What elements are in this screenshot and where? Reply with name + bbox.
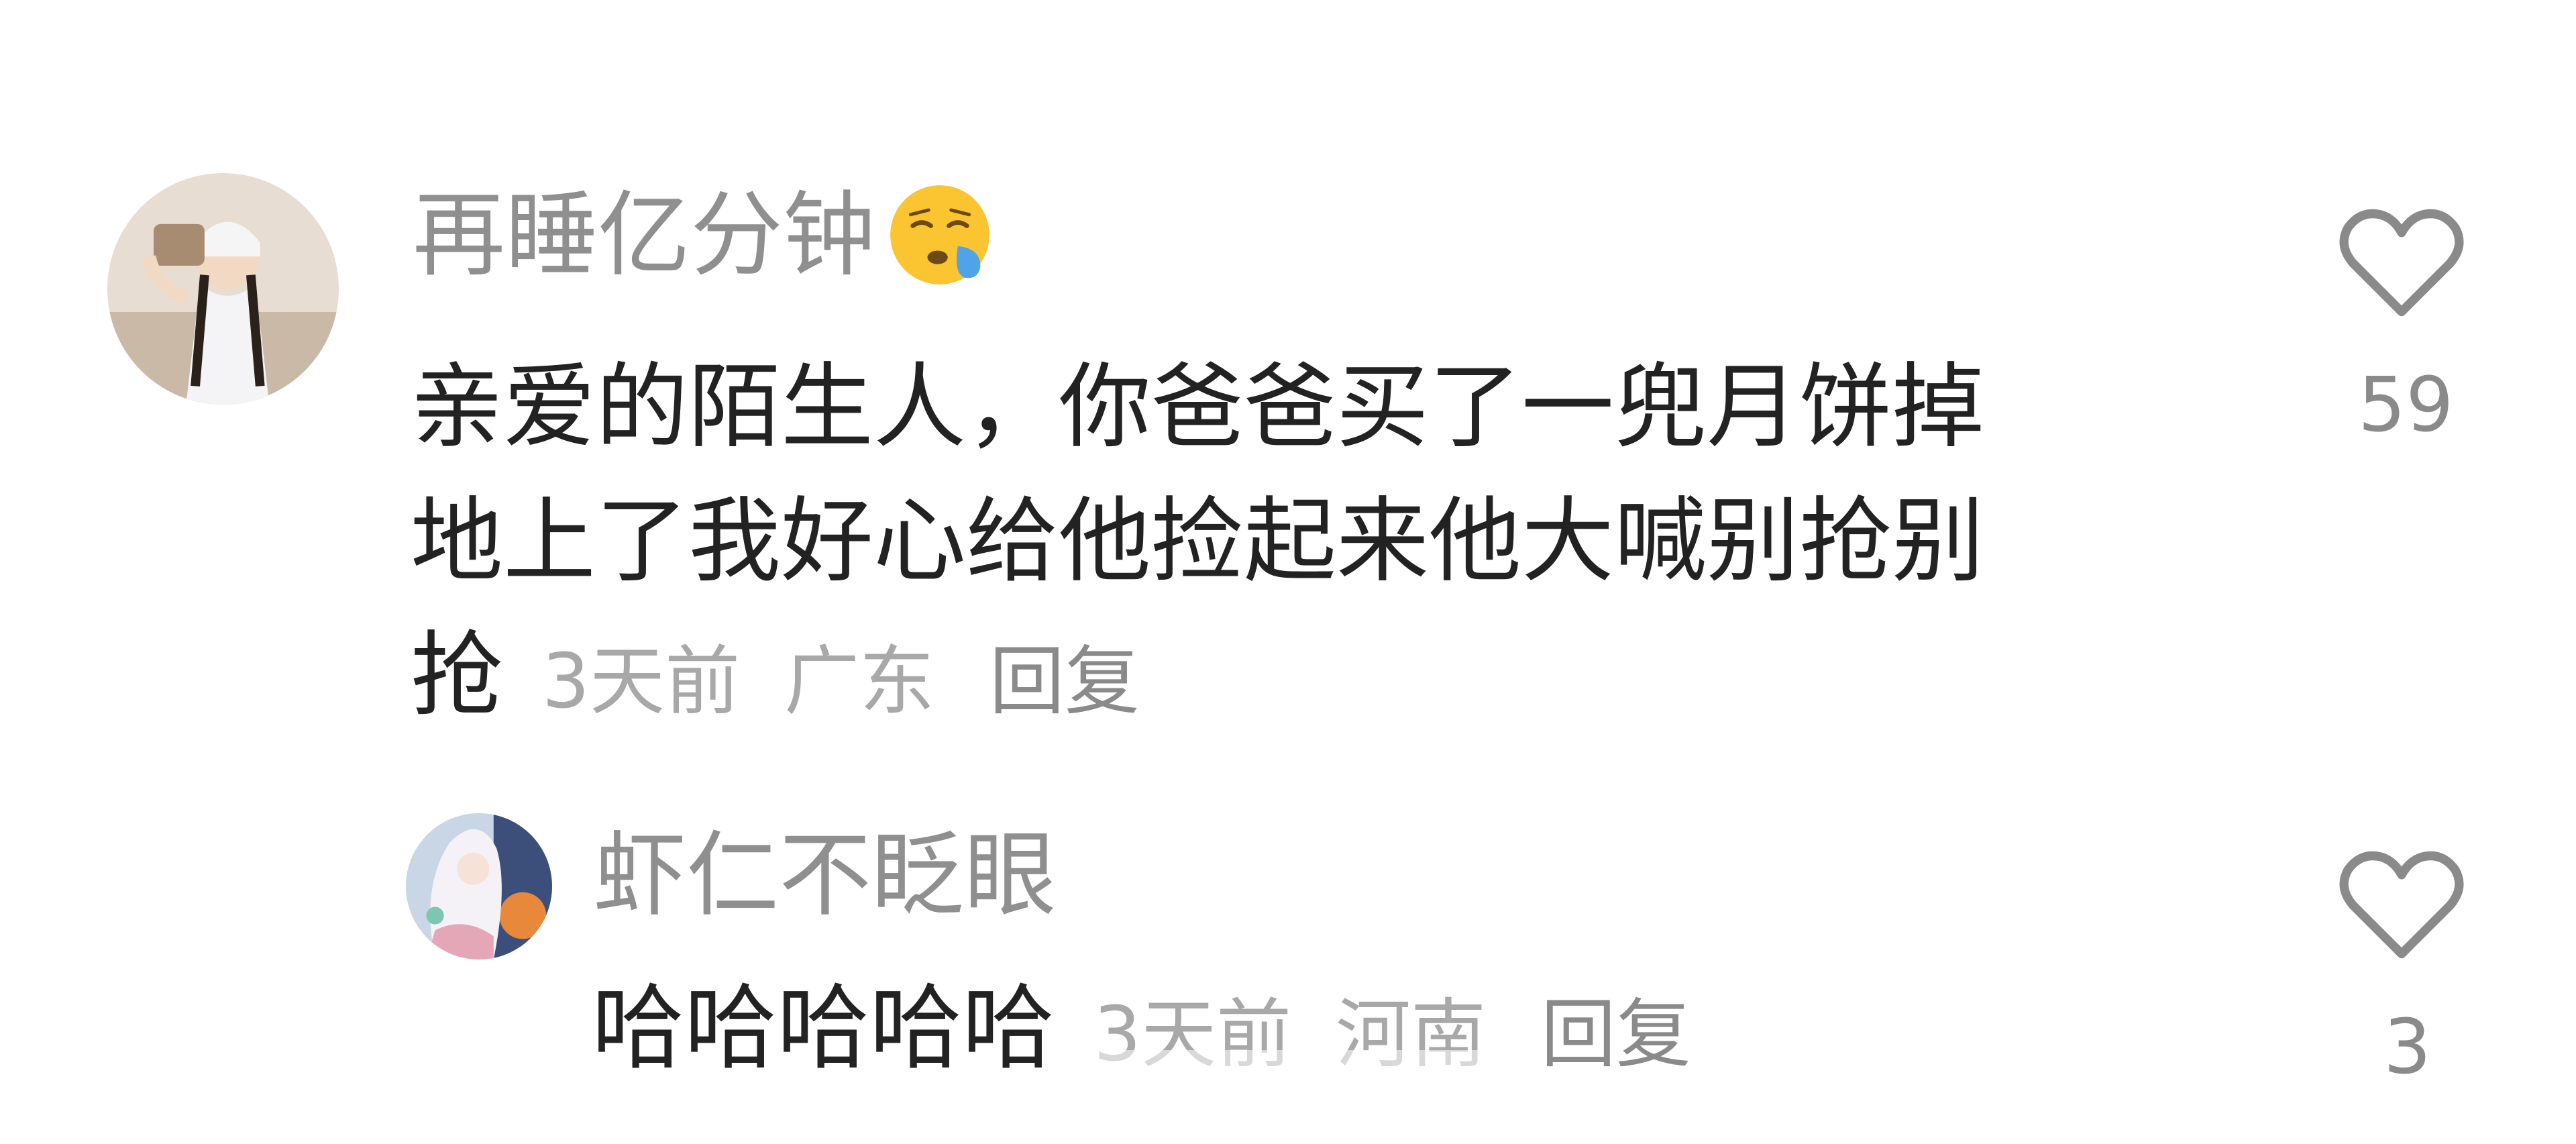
- comment-text: 哈哈哈哈哈: [592, 974, 1055, 1082]
- like-button[interactable]: [2338, 847, 2465, 968]
- comment-username[interactable]: 虾仁不眨眼: [594, 829, 1057, 922]
- watermark-overlay: [1060, 1050, 1503, 1117]
- comment-list: 再睡亿分钟 亲爱的陌生人，你爸爸买了一兜月饼掉 地上了我好心给他捡起来他大喊别抢…: [0, 0, 2576, 1144]
- avatar[interactable]: [406, 813, 552, 959]
- comment-text-line: 地上了我好心给他捡起来他大喊别抢别: [411, 487, 1985, 595]
- comment-username[interactable]: 再睡亿分钟: [413, 185, 996, 291]
- avatar[interactable]: [107, 173, 339, 405]
- username-text: 再睡亿分钟: [413, 181, 876, 289]
- sleeping-face-emoji-icon: [883, 178, 996, 291]
- comment-last-line: 抢 3天前 广东 回复: [411, 629, 1140, 722]
- reply-button[interactable]: 回复: [1541, 991, 1691, 1078]
- comment-time: 3天前: [541, 638, 741, 725]
- like-count: 3: [2383, 1004, 2432, 1091]
- avatar-image: [406, 813, 552, 959]
- heart-icon: [2339, 209, 2464, 317]
- comment-text-line: 亲爱的陌生人，你爸爸买了一兜月饼掉: [411, 353, 1985, 461]
- reply-button[interactable]: 回复: [989, 638, 1140, 725]
- comment-location: 广东: [784, 638, 935, 725]
- comment-text-line: 抢: [411, 621, 504, 729]
- avatar-image: [107, 173, 339, 405]
- heart-icon: [2339, 851, 2464, 959]
- like-count: 59: [2358, 362, 2454, 449]
- like-button[interactable]: [2338, 205, 2465, 325]
